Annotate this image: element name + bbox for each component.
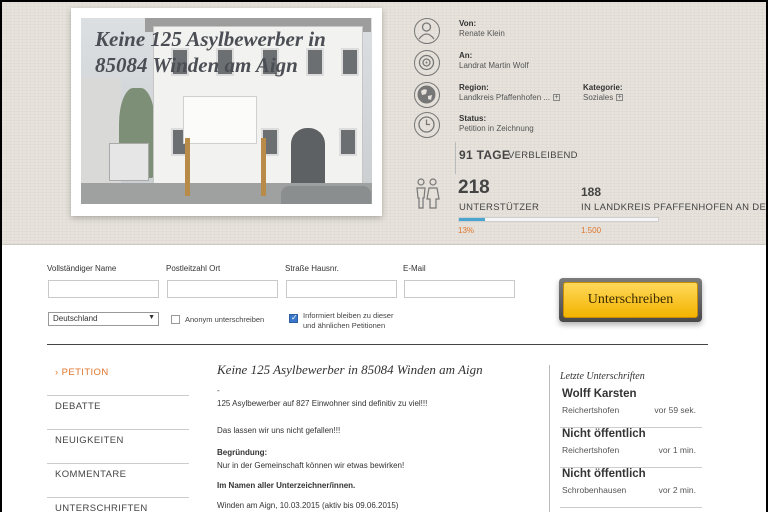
from-value: Renate Klein (459, 29, 505, 38)
sign-button-label: Unterschreiben (563, 282, 698, 318)
petition-header: Keine 125 Asylbewerber in 85084 Winden a… (2, 2, 766, 245)
anonymous-checkbox[interactable] (171, 315, 180, 324)
signature-place: Schrobenhausen (562, 485, 627, 495)
image-title: Keine 125 Asylbewerber in 85084 Winden a… (95, 27, 326, 77)
signature-item: Nicht öffentlich Reichertshofen vor 1 mi… (560, 428, 702, 468)
petition-info: Von: Renate Klein An: Landrat Martin Wol… (410, 2, 766, 245)
people-icon (413, 178, 441, 210)
category-label: Kategorie: (583, 83, 623, 92)
progress-fill (459, 218, 485, 221)
petition-title: Keine 125 Asylbewerber in 85084 Winden a… (217, 362, 483, 377)
expand-plus-icon[interactable]: + (553, 94, 561, 102)
signature-time: vor 2 min. (658, 485, 696, 495)
signature-name: Nicht öffentlich (562, 468, 646, 480)
region-label: Region: (459, 83, 489, 92)
inform-label: Informiert bleiben zu dieser und ähnlich… (303, 311, 393, 331)
email-input[interactable] (404, 280, 515, 298)
nav-petition[interactable]: › PETITION (47, 362, 189, 396)
petition-image-card: Keine 125 Asylbewerber in 85084 Winden a… (71, 8, 382, 216)
signature-name: Wolff Karsten (562, 388, 637, 400)
petition-page: Keine 125 Asylbewerber in 85084 Winden a… (2, 2, 766, 512)
region-supporters-label: IN LANDKREIS PFAFFENHOFEN AN DER ILM (581, 202, 766, 213)
person-icon (414, 18, 440, 44)
nav-debatte[interactable]: DEBATTE (47, 396, 189, 430)
divider (455, 142, 456, 174)
inform-label-line1: Informiert bleiben zu dieser (303, 311, 394, 320)
signature-place: Reichertshofen (562, 405, 620, 415)
country-select[interactable]: Deutschland ▼ (48, 312, 159, 326)
clock-icon (414, 112, 440, 138)
to-label: An: (459, 51, 473, 60)
from-label: Von: (459, 19, 477, 28)
signature-goal: 1.500 (581, 226, 602, 235)
nav-neuigkeiten[interactable]: NEUIGKEITEN (47, 430, 189, 464)
content-dash: - (217, 386, 220, 395)
signature-name: Nicht öffentlich (562, 428, 646, 440)
status-value: Petition in Zeichnung (459, 124, 534, 133)
signers-label: Im Namen aller Unterzeichner/innen. (217, 481, 356, 490)
petition-image: Keine 125 Asylbewerber in 85084 Winden a… (81, 18, 372, 204)
name-label: Vollständiger Name (47, 264, 117, 273)
status-label: Status: (459, 114, 487, 123)
reason-text: Nur in der Gemeinschaft können wir etwas… (217, 461, 405, 470)
category-value[interactable]: Soziales + (583, 93, 624, 102)
days-remaining-label: VERBLEIBEND (508, 150, 578, 161)
inform-label-line2: und ähnlichen Petitionen (303, 321, 386, 330)
days-remaining-count: 91 TAGE (459, 148, 511, 162)
globe-icon (414, 82, 440, 108)
street-label: Straße Hausnr. (285, 264, 339, 273)
dropdown-arrow-icon: ▼ (148, 314, 155, 321)
content-line1: 125 Asylbewerber auf 827 Einwohner sind … (217, 399, 428, 408)
signature-time: vor 59 sek. (654, 405, 696, 415)
progress-percent: 13% (458, 226, 475, 235)
place-date: Winden am Aign, 10.03.2015 (aktiv bis 09… (217, 501, 399, 510)
signature-item: Wolff Karsten Reichertshofen vor 59 sek. (560, 388, 702, 428)
content-line2: Das lassen wir uns nicht gefallen!!! (217, 426, 341, 435)
name-input[interactable] (48, 280, 159, 298)
reason-label: Begründung: (217, 448, 268, 457)
email-label: E-Mail (403, 264, 426, 273)
supporters-label: UNTERSTÜTZER (459, 202, 540, 213)
nav-unterschriften[interactable]: UNTERSCHRIFTEN (47, 498, 189, 512)
to-value: Landrat Martin Wolf (459, 61, 529, 70)
zip-label: Postleitzahl Ort (166, 264, 221, 273)
expand-plus-icon[interactable]: + (616, 94, 624, 102)
region-supporters-count: 188 (581, 185, 602, 199)
nav-kommentare[interactable]: KOMMENTARE (47, 464, 189, 498)
section-divider (47, 344, 708, 345)
street-input[interactable] (286, 280, 397, 298)
sign-button[interactable]: Unterschreiben (559, 278, 702, 322)
anonymous-label: Anonym unterschreiben (185, 315, 265, 324)
region-value[interactable]: Landkreis Pfaffenhofen ... + (459, 93, 561, 102)
region-value-text: Landkreis Pfaffenhofen ... (459, 93, 551, 102)
supporters-count: 218 (458, 177, 490, 198)
inform-checkbox[interactable] (289, 313, 298, 323)
category-value-text: Soziales (583, 93, 614, 102)
latest-signatures-title: Letzte Unterschriften (560, 371, 645, 382)
country-value: Deutschland (53, 314, 98, 323)
signature-item: Nicht öffentlich Schrobenhausen vor 2 mi… (560, 468, 702, 508)
signature-place: Reichertshofen (562, 445, 620, 455)
zip-input[interactable] (167, 280, 278, 298)
progress-bar (458, 217, 659, 222)
signature-time: vor 1 min. (658, 445, 696, 455)
sidebar-divider (549, 365, 550, 512)
target-icon (414, 50, 440, 76)
